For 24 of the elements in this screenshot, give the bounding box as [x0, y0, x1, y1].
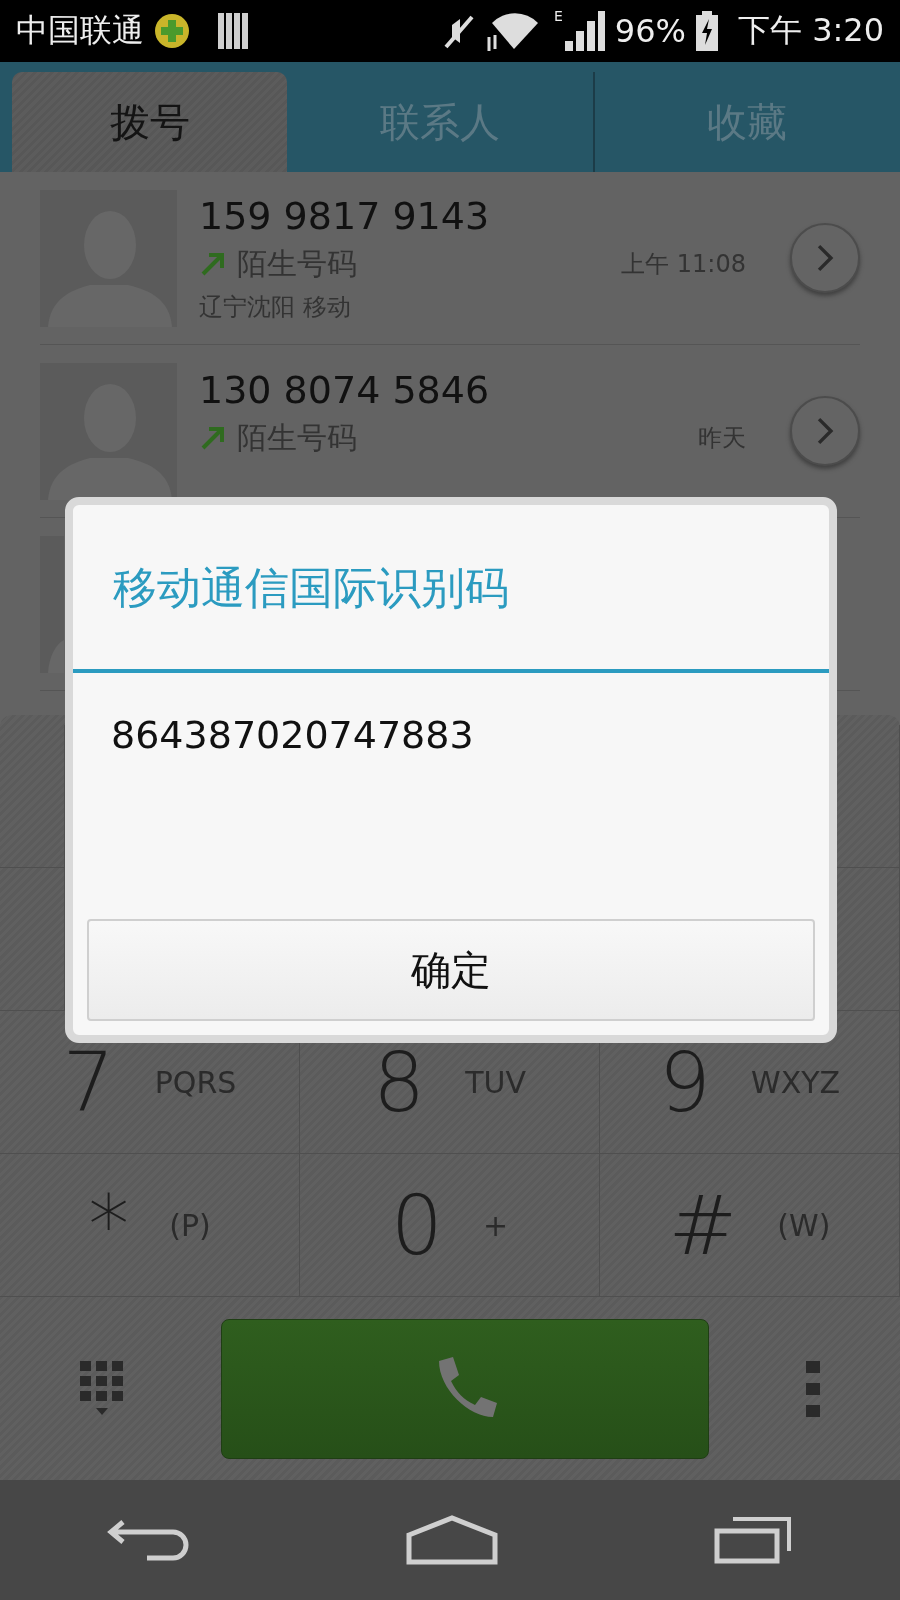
dialog-title: 移动通信国际识别码: [112, 561, 510, 615]
tab[interactable]: 拨号: [12, 72, 287, 172]
chevron-button[interactable]: [790, 396, 860, 466]
dialog-message: 864387020747883: [111, 713, 474, 757]
ok-button[interactable]: 确定: [87, 919, 815, 1021]
home-icon[interactable]: [406, 1515, 498, 1565]
carrier-name: 中国联通: [16, 10, 144, 51]
call-button[interactable]: [221, 1318, 709, 1459]
outgoing-call-icon: [199, 424, 227, 452]
app-icon: [154, 13, 190, 49]
more-icon[interactable]: [806, 1360, 820, 1417]
keypad-key[interactable]: 0 +: [300, 1154, 600, 1297]
mute-icon: [444, 13, 476, 49]
battery-icon: [695, 11, 718, 51]
outgoing-call-icon: [199, 250, 227, 278]
signal-icon: [564, 11, 605, 51]
network-type: E: [554, 8, 563, 24]
recent-apps-icon[interactable]: [712, 1515, 793, 1565]
chevron-button[interactable]: [790, 223, 860, 293]
phone-number: 130 8074 5846: [199, 367, 490, 412]
battery-percent: 96%: [614, 12, 686, 50]
dialpad-icon[interactable]: [80, 1360, 124, 1417]
clock: 下午 3:20: [737, 10, 884, 51]
phone-number: 159 9817 9143: [199, 193, 490, 238]
